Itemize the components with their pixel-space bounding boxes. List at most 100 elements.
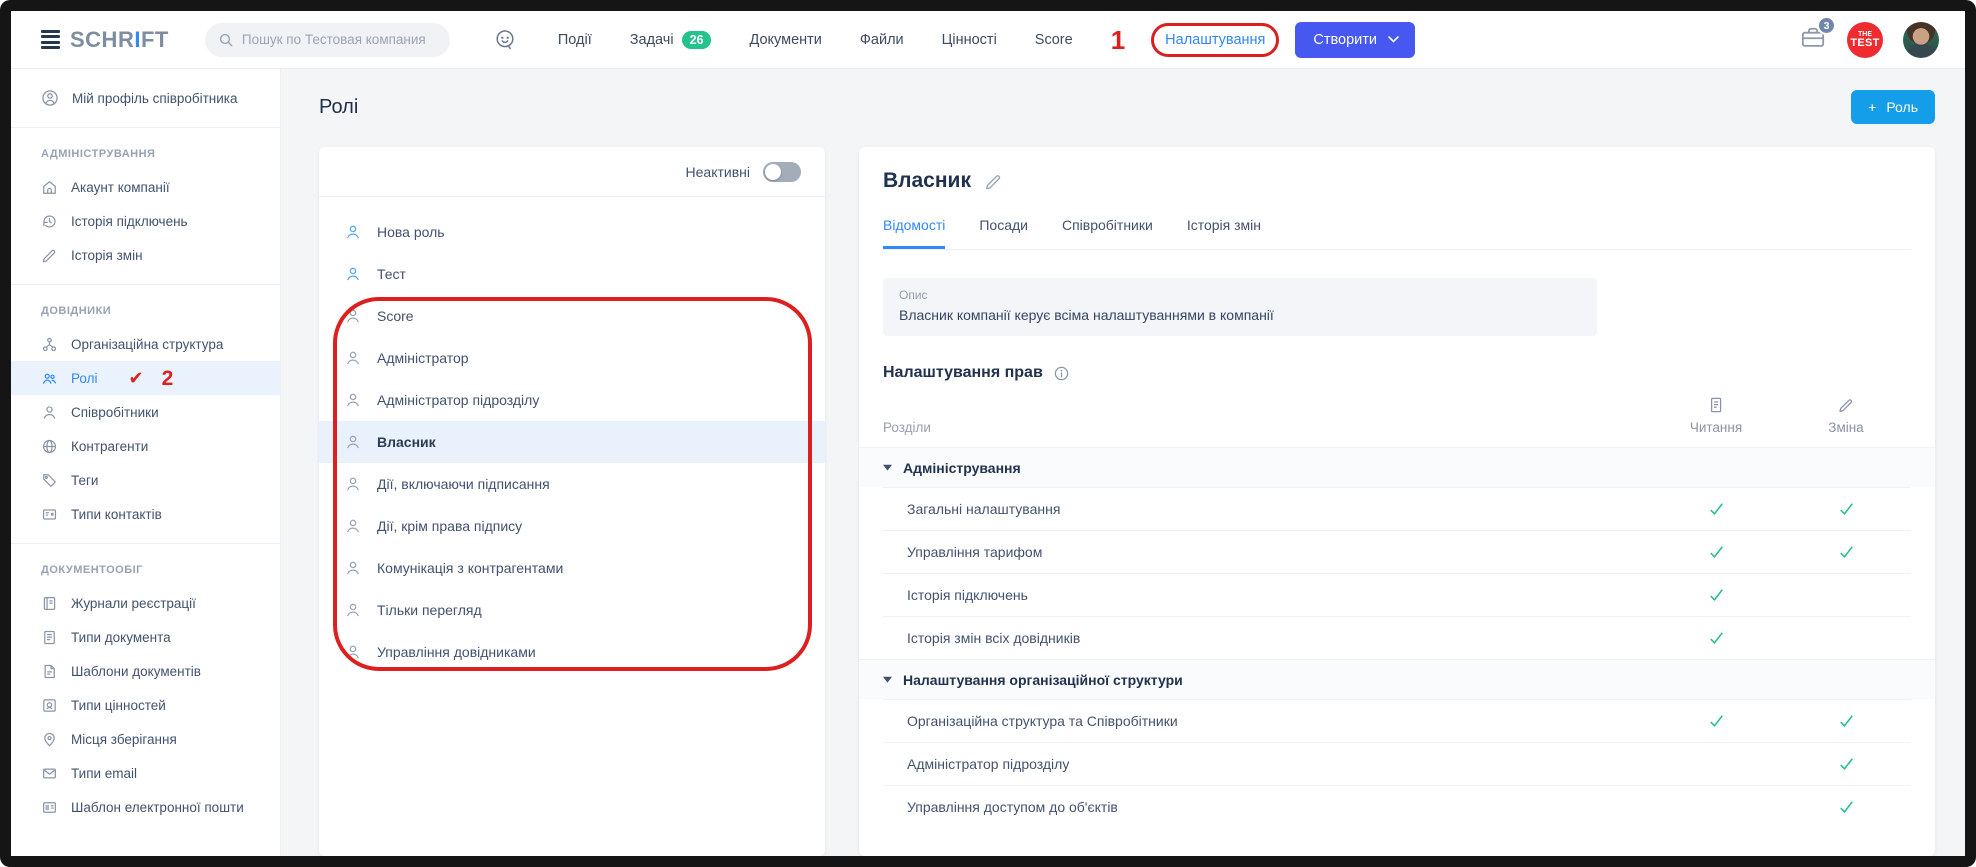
role-list-item[interactable]: Адміністратор підрозділу [319,379,825,421]
sidebar-item-storage-places[interactable]: Місця зберігання [11,722,280,756]
role-list-item[interactable]: Тільки перегляд [319,589,825,631]
tab-employees[interactable]: Співробітники [1062,217,1153,249]
tasks-count-badge: 26 [682,31,712,49]
permission-row: Історія змін всіх довідників [883,616,1911,659]
annotation-step-2: 2 [162,368,174,389]
person-icon [344,349,362,367]
role-list-item[interactable]: Score [319,295,825,337]
sidebar-item-email-types[interactable]: Типи email [11,756,280,790]
nav-score[interactable]: Score [1035,32,1073,48]
person-icon [344,433,362,451]
role-list-item-selected[interactable]: Власник [319,421,825,463]
collapse-triangle-icon[interactable] [883,464,892,471]
sidebar: Мій профіль співробітника АДМІНІСТРУВАНН… [11,69,281,856]
add-role-button[interactable]: + Роль [1851,90,1935,124]
sidebar-item-contact-types[interactable]: Типи контактів [11,497,280,531]
briefcase-icon[interactable]: 3 [1799,24,1827,55]
check-icon [1706,628,1727,649]
page-title: Ролі [319,96,358,119]
read-doc-icon [1707,396,1725,414]
permissions-group-org-structure[interactable]: Налаштування організаційної структури [859,659,1935,699]
permissions-title: Налаштування прав [883,364,1043,382]
tab-details[interactable]: Відомості [883,217,945,249]
sidebar-section-administration: АДМІНІСТРУВАННЯ [11,128,280,170]
app-logo: SCHRIFT [70,27,169,53]
support-icon[interactable] [492,27,518,53]
search-icon [218,32,234,53]
collapse-triangle-icon[interactable] [883,676,892,683]
edit-column-header: Зміна [1781,396,1911,435]
person-icon [344,307,362,325]
edit-role-icon[interactable] [984,172,1003,191]
search-input[interactable] [205,23,450,57]
description-text: Власник компанії керує всіма налаштуванн… [899,307,1581,323]
sidebar-item-email-template[interactable]: Шаблон електронної пошти [11,790,280,824]
contact-card-icon [41,506,58,523]
person-icon [344,601,362,619]
info-icon[interactable] [1053,365,1070,382]
person-icon [344,559,362,577]
role-list-item[interactable]: Дії, включаючи підписання [319,463,825,505]
sidebar-item-company-account[interactable]: Акаунт компанії [11,170,280,204]
nav-settings[interactable]: Налаштування [1165,32,1265,48]
permission-row: Управління тарифом [883,530,1911,573]
sidebar-item-employees[interactable]: Співробітники [11,395,280,429]
role-list-item[interactable]: Адміністратор [319,337,825,379]
annotation-check: ✔ [129,369,144,387]
roles-list-panel: Неактивні Нова роль Тест Score Адміністр… [319,147,825,856]
create-button[interactable]: Створити [1295,22,1415,58]
sidebar-item-registration-journals[interactable]: Журнали реєстрації [11,586,280,620]
check-icon [1836,754,1857,775]
plus-icon: + [1868,99,1876,115]
document-icon [41,629,58,646]
menu-icon[interactable] [41,30,60,50]
role-list-item[interactable]: Тест [319,253,825,295]
role-detail-panel: Власник Відомості Посади Співробітники І… [859,147,1935,856]
nav-tasks[interactable]: Задачі26 [630,31,712,49]
home-icon [41,179,58,196]
tab-positions[interactable]: Посади [979,217,1028,249]
permission-row: Загальні налаштування [883,487,1911,530]
nav-values[interactable]: Цінності [942,32,997,48]
inactive-toggle[interactable] [763,162,801,182]
sidebar-item-org-structure[interactable]: Організаційна структура [11,327,280,361]
app-window: SCHRIFT Події Задачі26 Документи Файли Ц… [0,0,1976,867]
sidebar-item-counterparties[interactable]: Контрагенти [11,429,280,463]
sidebar-item-tags[interactable]: Теги [11,463,280,497]
person-icon [344,391,362,409]
person-icon [344,517,362,535]
sidebar-item-connection-history[interactable]: Історія підключень [11,204,280,238]
globe-icon [41,438,58,455]
sidebar-item-roles[interactable]: Ролі ✔ 2 [11,361,280,395]
permissions-table-header: Розділи Читання Зміна [883,382,1911,447]
role-list-item[interactable]: Дії, крім права підпису [319,505,825,547]
description-field[interactable]: Опис Власник компанії керує всіма налашт… [883,278,1597,336]
sidebar-item-change-history[interactable]: Історія змін [11,238,280,272]
value-box-icon [41,697,58,714]
permission-row: Адміністратор підрозділу [883,742,1911,785]
user-avatar[interactable] [1903,22,1939,58]
check-icon [1836,499,1857,520]
inactive-toggle-label: Неактивні [686,164,750,180]
nav-files[interactable]: Файли [860,32,904,48]
sidebar-item-document-types[interactable]: Типи документа [11,620,280,654]
topbar: SCHRIFT Події Задачі26 Документи Файли Ц… [11,11,1965,69]
nav-documents[interactable]: Документи [749,32,821,48]
role-title: Власник [883,169,971,193]
sidebar-item-document-templates[interactable]: Шаблони документів [11,654,280,688]
nav-events[interactable]: Події [558,32,592,48]
sidebar-item-my-profile[interactable]: Мій профіль співробітника [11,81,280,115]
role-list-item[interactable]: Управління довідниками [319,631,825,673]
check-icon [1836,797,1857,818]
permissions-group-administration[interactable]: Адміністрування [859,447,1935,487]
check-icon [1706,585,1727,606]
sidebar-item-value-types[interactable]: Типи цінностей [11,688,280,722]
check-icon [1706,542,1727,563]
role-list-item[interactable]: Нова роль [319,211,825,253]
tab-change-history[interactable]: Історія змін [1187,217,1261,249]
edit-pencil-icon [1837,396,1855,414]
organization-avatar[interactable]: THE TEST [1847,22,1883,58]
role-list-item[interactable]: Комунікація з контрагентами [319,547,825,589]
person-icon [344,643,362,661]
person-icon [41,404,58,421]
